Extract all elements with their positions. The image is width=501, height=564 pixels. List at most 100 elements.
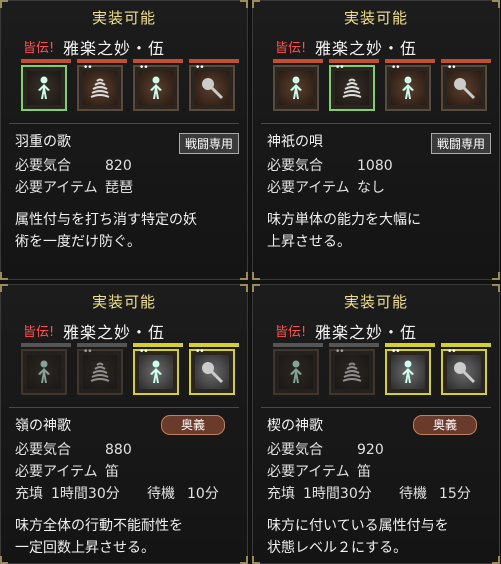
frame-corner: [240, 556, 248, 564]
dot-marker-icon: ••: [391, 347, 401, 357]
description-line: 味方に付いている属性付与を: [267, 518, 449, 534]
frame-corner: [492, 272, 500, 280]
frame-corner: [252, 556, 260, 564]
skill-slot-4[interactable]: ••: [441, 347, 487, 395]
stat-row: 必要気合 1080: [267, 155, 393, 175]
skill-slot-2[interactable]: ••: [329, 63, 375, 111]
skill-slot-2[interactable]: ••: [77, 347, 123, 395]
tier-label: 皆伝!: [275, 41, 307, 56]
stat-value: 笛: [357, 464, 371, 480]
stat-value: 920: [357, 442, 384, 458]
description-line: 術を一度だけ防ぐ。: [15, 234, 141, 250]
skill-slot-2[interactable]: ••: [77, 63, 123, 111]
wait-value: 10分: [187, 486, 219, 502]
frame-corner: [492, 556, 500, 564]
stat-row: 必要アイテム なし: [267, 177, 385, 197]
tier-label: 皆伝!: [275, 325, 307, 340]
panel-header: 実装可能: [91, 9, 156, 27]
stat-label: 必要アイテム: [15, 180, 98, 196]
stat-label: 必要気合: [267, 158, 323, 174]
skill-description: 味方に付いている属性付与を 状態レベル２にする。: [267, 515, 489, 559]
tier-label: 皆伝!: [23, 41, 55, 56]
charge-label: 充填: [15, 486, 43, 502]
dot-marker-icon: ••: [195, 347, 205, 357]
skill-description: 属性付与を打ち消す特定の妖 術を一度だけ防ぐ。: [15, 209, 237, 253]
progress-segment: [21, 343, 71, 347]
stat-value: 笛: [105, 464, 119, 480]
skill-slot-row: •• •• ••: [269, 57, 491, 121]
panel-header: 実装可能: [343, 9, 408, 27]
skill-slot-3[interactable]: ••: [133, 63, 179, 111]
skill-slot-3[interactable]: ••: [385, 347, 431, 395]
skill-slot-row: •• •• ••: [269, 341, 491, 405]
stat-value: 琵琶: [105, 180, 133, 196]
stat-row: 必要気合 880: [15, 439, 132, 459]
stat-label: 必要気合: [15, 442, 71, 458]
charge-label: 充填: [267, 486, 295, 502]
tier-label: 皆伝!: [23, 325, 55, 340]
skill-name: 神祇の唄: [267, 134, 323, 150]
stat-label: 必要アイテム: [267, 180, 350, 196]
skill-tooltip-4: 実装可能 皆伝! 雅楽之妙・伍 •• •• •• 楔の神歌 奥義 必要気合 920 必要ア…: [252, 284, 500, 564]
stat-value: 880: [105, 442, 132, 458]
wait-value: 15分: [439, 486, 471, 502]
skill-name: 嶺の神歌: [15, 418, 71, 434]
progress-segment: [273, 343, 323, 347]
skill-slot-2[interactable]: ••: [329, 347, 375, 395]
dot-marker-icon: ••: [139, 347, 149, 357]
skill-slot-1[interactable]: [273, 65, 319, 111]
frame-corner: [0, 272, 8, 280]
stat-value: 1080: [357, 158, 393, 174]
stat-label: 必要アイテム: [15, 464, 98, 480]
skill-slot-4[interactable]: ••: [189, 347, 235, 395]
skill-slot-1[interactable]: [21, 349, 67, 395]
skill-slot-4[interactable]: ••: [441, 63, 487, 111]
dot-marker-icon: ••: [391, 63, 401, 73]
description-line: 状態レベル２にする。: [267, 540, 408, 556]
charge-row: 充填 1時間30分 待機 10分: [15, 483, 219, 503]
skill-name: 羽重の歌: [15, 134, 71, 150]
description-line: 属性付与を打ち消す特定の妖: [15, 212, 197, 228]
skill-tooltip-1: 実装可能 皆伝! 雅楽之妙・伍 •• •• •• 羽重の歌 戦闘専用 必要気合 820 必…: [0, 0, 248, 280]
skill-slot-3[interactable]: ••: [385, 63, 431, 111]
progress-segment: [21, 59, 71, 63]
skill-slot-3[interactable]: ••: [133, 347, 179, 395]
description-line: 味方全体の行動不能耐性を: [15, 518, 183, 534]
charge-value: 1時間30分: [51, 486, 120, 502]
wait-label: 待機: [399, 486, 427, 502]
skill-description: 味方全体の行動不能耐性を 一定回数上昇させる。: [15, 515, 237, 559]
skill-tooltip-2: 実装可能 皆伝! 雅楽之妙・伍 •• •• •• 神祇の唄 戦闘専用必要気合 1080…: [252, 0, 500, 280]
skill-slot-1[interactable]: [21, 65, 67, 111]
skill-slot-4[interactable]: ••: [189, 63, 235, 111]
battle-only-badge: 戦闘専用: [430, 133, 491, 154]
skill-set-name: 雅楽之妙・伍: [315, 39, 418, 58]
ougi-badge: 奥義: [161, 415, 225, 435]
skill-set-name: 雅楽之妙・伍: [63, 39, 166, 58]
frame-corner: [252, 272, 260, 280]
dot-marker-icon: ••: [447, 63, 457, 73]
panel-header: 実装可能: [91, 293, 156, 311]
wait-label: 待機: [147, 486, 175, 502]
skill-tooltip-3: 実装可能 皆伝! 雅楽之妙・伍 •• •• •• 嶺の神歌 奥義必要気合 880 必要ア…: [0, 284, 248, 564]
divider: [9, 123, 239, 124]
dot-marker-icon: ••: [83, 347, 93, 357]
frame-corner: [240, 272, 248, 280]
divider: [261, 407, 491, 408]
dot-marker-icon: ••: [195, 63, 205, 73]
dot-marker-icon: ••: [447, 347, 457, 357]
stat-row: 必要気合 920: [267, 439, 384, 459]
skill-slot-1[interactable]: [273, 349, 319, 395]
dot-marker-icon: ••: [335, 63, 345, 73]
skill-slot-row: •• •• ••: [17, 57, 239, 121]
stat-row: 必要アイテム笛: [267, 461, 371, 481]
progress-segment: [273, 59, 323, 63]
skill-description: 味方単体の能力を大幅に 上昇させる。: [267, 209, 489, 253]
description-line: 一定回数上昇させる。: [15, 540, 155, 556]
skill-set-name: 雅楽之妙・伍: [63, 323, 166, 342]
ougi-badge: 奥義: [413, 415, 477, 435]
stat-value: なし: [357, 180, 385, 196]
skill-set-name: 雅楽之妙・伍: [315, 323, 418, 342]
panel-header: 実装可能: [343, 293, 408, 311]
charge-row: 充填 1時間30分 待機 15分: [267, 483, 471, 503]
description-line: 上昇させる。: [267, 234, 351, 250]
